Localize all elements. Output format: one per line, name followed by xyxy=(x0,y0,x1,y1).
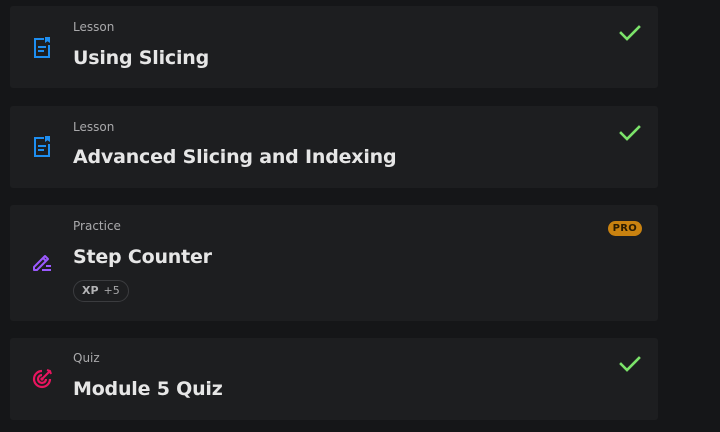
item-title: Step Counter xyxy=(73,246,212,268)
item-type-label: Quiz xyxy=(73,351,100,365)
item-type-label: Lesson xyxy=(73,20,115,34)
completed-check-icon xyxy=(618,23,642,43)
item-type-label: Lesson xyxy=(73,120,115,134)
completed-check-icon xyxy=(618,123,642,143)
list-item-using-slicing[interactable]: Lesson Using Slicing xyxy=(10,6,658,88)
target-icon xyxy=(30,367,54,391)
completed-check-icon xyxy=(618,354,642,374)
lesson-document-icon xyxy=(30,35,54,59)
pencil-edit-icon xyxy=(30,250,54,274)
xp-reward-pill: XP +5 xyxy=(73,280,129,302)
xp-label: XP xyxy=(82,284,99,297)
pro-badge: PRO xyxy=(607,221,642,236)
xp-value: +5 xyxy=(103,284,120,297)
list-item-module-5-quiz[interactable]: Quiz Module 5 Quiz xyxy=(10,338,658,420)
list-item-advanced-slicing-and-indexing[interactable]: Lesson Advanced Slicing and Indexing xyxy=(10,106,658,188)
item-title: Advanced Slicing and Indexing xyxy=(73,146,397,168)
item-title: Using Slicing xyxy=(73,47,210,69)
list-item-step-counter[interactable]: Practice Step Counter PRO XP +5 xyxy=(10,205,658,321)
item-type-label: Practice xyxy=(73,219,121,233)
item-title: Module 5 Quiz xyxy=(73,378,223,400)
module-item-list: Lesson Using Slicing Lesson Advanced Sli… xyxy=(0,0,720,432)
lesson-document-icon xyxy=(30,134,54,158)
